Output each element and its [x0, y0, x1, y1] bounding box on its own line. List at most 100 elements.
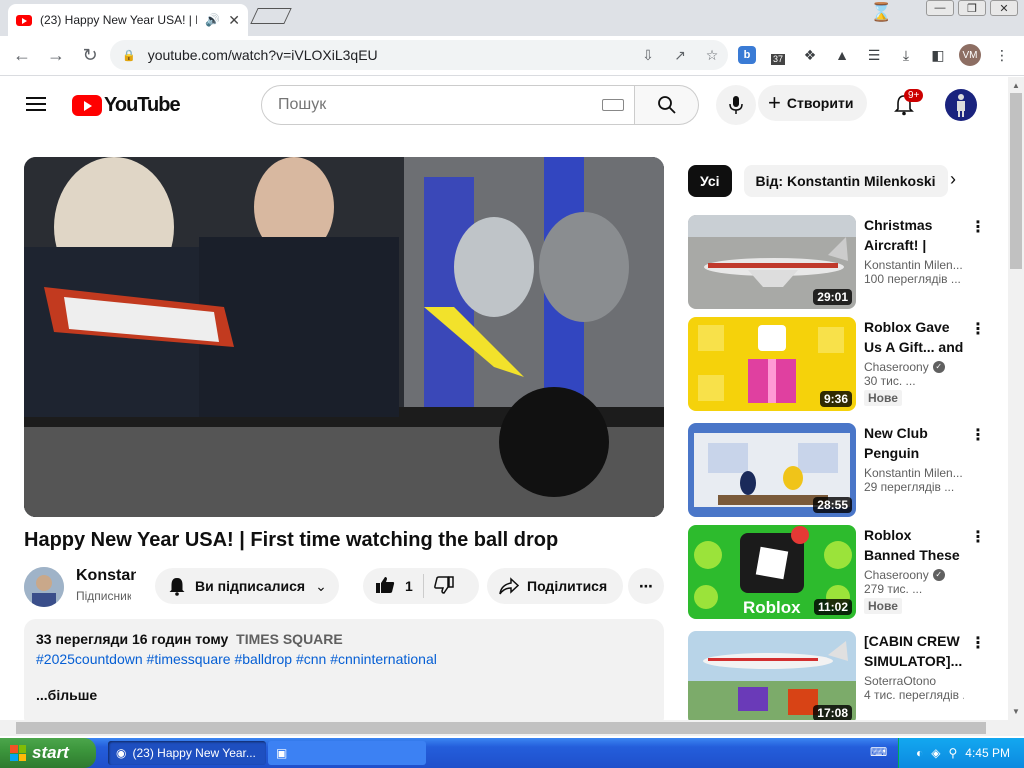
keyboard-icon[interactable]: [602, 99, 624, 111]
guide-menu-icon[interactable]: [26, 97, 46, 111]
browser-tab-active[interactable]: (23) Happy New Year USA! | Fi 🔊 ✕: [8, 4, 248, 36]
playlist-icon[interactable]: ☰: [861, 42, 887, 68]
recommendation-item[interactable]: 9:36 Roblox Gave Us A Gift... and it... …: [688, 317, 988, 411]
kebab-menu-icon[interactable]: ⋮: [970, 633, 986, 653]
recommendation-channel[interactable]: Chaseroony ✓: [864, 568, 964, 582]
kebab-menu-icon[interactable]: ⋮: [970, 319, 986, 339]
kebab-menu-icon[interactable]: ⋮: [970, 527, 986, 547]
download-icon[interactable]: ⤓: [893, 42, 919, 68]
keyboard-icon[interactable]: ⌨: [870, 745, 887, 759]
close-window-button[interactable]: ✕: [990, 0, 1018, 16]
recommendation-channel[interactable]: Konstantin Milen...: [864, 258, 964, 272]
youtube-favicon-icon: [16, 14, 32, 26]
vertical-scroll-thumb[interactable]: [1010, 93, 1022, 269]
taskbar-item-explorer[interactable]: ▣: [268, 741, 426, 765]
recommendation-item[interactable]: Roblox 11:02 Roblox Banned These Mobile.…: [688, 525, 988, 619]
chrome-icon: ◉: [116, 746, 127, 760]
bookmark-star-icon[interactable]: ☆: [696, 47, 728, 64]
channel-name[interactable]: Konstantin Milenkoski: [76, 567, 136, 585]
recommendation-title[interactable]: Christmas Aircraft! | Wor...: [864, 215, 964, 255]
video-player[interactable]: [24, 157, 664, 517]
reload-button[interactable]: ↻: [74, 40, 106, 72]
horizontal-scroll-thumb[interactable]: [16, 722, 986, 734]
kebab-menu-icon[interactable]: ⋮: [970, 425, 986, 445]
speaker-icon[interactable]: 🔊: [205, 13, 220, 27]
new-badge: Нове: [864, 598, 902, 614]
vertical-scrollbar[interactable]: ▲ ▼: [1008, 77, 1024, 720]
create-button[interactable]: + Створити: [758, 85, 868, 121]
channel-avatar[interactable]: [24, 567, 64, 607]
chrome-menu-icon[interactable]: ⋮: [989, 42, 1015, 68]
recommendation-item[interactable]: 17:08 [CABIN CREW SIMULATOR]... SoterraO…: [688, 631, 988, 720]
search-button[interactable]: [635, 85, 699, 125]
scroll-up-arrow-icon[interactable]: ▲: [1012, 81, 1020, 90]
recommendation-thumbnail[interactable]: 17:08: [688, 631, 856, 720]
notifications-button[interactable]: 9+: [890, 89, 924, 119]
close-tab-icon[interactable]: ✕: [228, 12, 240, 29]
new-tab-button[interactable]: [250, 8, 292, 24]
extensions-puzzle-icon[interactable]: ❖: [797, 42, 823, 68]
share-button[interactable]: Поділитися: [487, 568, 624, 604]
horizontal-scrollbar[interactable]: [0, 720, 1024, 736]
recommendation-title[interactable]: Roblox Gave Us A Gift... and it...: [864, 317, 964, 357]
network-icon[interactable]: ◐: [916, 746, 923, 760]
shield-icon[interactable]: ◈: [931, 746, 940, 760]
account-avatar[interactable]: [945, 89, 977, 121]
recommendation-channel[interactable]: Chaseroony ✓: [864, 360, 964, 374]
search-field[interactable]: [261, 85, 635, 125]
video-duration: 17:08: [813, 705, 852, 720]
more-actions-button[interactable]: ⋯: [628, 568, 664, 604]
maximize-button[interactable]: ❐: [958, 0, 986, 16]
youtube-logo[interactable]: YouTube: [72, 94, 181, 117]
minimize-button[interactable]: —: [926, 0, 954, 16]
tab-title: (23) Happy New Year USA! | Fi: [40, 13, 198, 27]
like-button[interactable]: [375, 576, 395, 597]
recommendation-thumbnail[interactable]: 28:55: [688, 423, 856, 517]
recommendation-item[interactable]: 29:01 Christmas Aircraft! | Wor... Konst…: [688, 215, 988, 309]
recommendation-thumbnail[interactable]: 9:36: [688, 317, 856, 411]
window-icon: ▣: [276, 746, 288, 760]
recommendation-info: New Club Penguin Bing... Konstantin Mile…: [864, 423, 964, 494]
forward-button[interactable]: →: [40, 40, 72, 72]
recommendation-title[interactable]: [CABIN CREW SIMULATOR]...: [864, 631, 964, 671]
search-input[interactable]: [278, 96, 602, 114]
back-button[interactable]: ←: [6, 40, 38, 72]
install-icon[interactable]: ⇩: [632, 47, 664, 64]
search-icon[interactable]: ⚲: [949, 746, 958, 760]
share-page-icon[interactable]: ↗: [664, 47, 696, 64]
location-tag[interactable]: TIMES SQUARE: [236, 631, 343, 647]
taskbar-item-chrome[interactable]: ◉ (23) Happy New Year...: [108, 741, 266, 765]
profile-button[interactable]: VM: [957, 42, 983, 68]
recommendation-title[interactable]: New Club Penguin Bing...: [864, 423, 964, 463]
url-text[interactable]: youtube.com/watch?v=iVLOXiL3qEU: [148, 47, 632, 63]
lab-flask-icon[interactable]: ▲: [829, 42, 855, 68]
subscribed-button[interactable]: Ви підписалися ⌄: [155, 568, 339, 604]
video-owner-row: Konstantin Milenkoski Підписників Ви під…: [24, 565, 664, 607]
voice-search-button[interactable]: [716, 85, 756, 125]
show-more-link[interactable]: ...більше: [36, 687, 652, 703]
recommendation-title[interactable]: Roblox Banned These Mobile...: [864, 525, 964, 565]
dislike-button[interactable]: [433, 575, 454, 597]
recommendation-item[interactable]: 28:55 New Club Penguin Bing... Konstanti…: [688, 423, 988, 517]
kebab-menu-icon[interactable]: ⋮: [970, 217, 986, 237]
clock[interactable]: 4:45 PM: [965, 746, 1010, 760]
lock-icon[interactable]: 🔒: [122, 49, 136, 62]
hashtags[interactable]: #2025countdown #timessquare #balldrop #c…: [36, 651, 652, 667]
browser-toolbar: ← → ↻ 🔒 youtube.com/watch?v=iVLOXiL3qEU …: [0, 36, 1024, 76]
channel-avatar-image: [24, 567, 64, 607]
recommendation-channel[interactable]: SoterraOtono: [864, 674, 964, 688]
recommendation-thumbnail[interactable]: 29:01: [688, 215, 856, 309]
address-bar[interactable]: 🔒 youtube.com/watch?v=iVLOXiL3qEU ⇩ ↗ ☆: [110, 40, 728, 70]
side-panel-icon[interactable]: ◧: [925, 42, 951, 68]
bitwarden-extension-icon[interactable]: b: [738, 46, 756, 64]
description-box[interactable]: 33 перегляди 16 годин тому TIMES SQUARE …: [24, 619, 664, 720]
recommendation-channel[interactable]: Konstantin Milen...: [864, 466, 964, 480]
scroll-down-arrow-icon[interactable]: ▼: [1012, 707, 1020, 716]
recommendation-thumbnail[interactable]: Roblox 11:02: [688, 525, 856, 619]
chip-from-channel[interactable]: Від: Konstantin Milenkoski: [743, 165, 948, 197]
thumbs-down-icon: [433, 575, 454, 594]
start-button[interactable]: start: [0, 738, 96, 768]
calendar-extension-icon[interactable]: 37: [765, 42, 791, 68]
chip-all[interactable]: Усі: [688, 165, 732, 197]
chevron-right-icon[interactable]: ›: [950, 169, 956, 190]
